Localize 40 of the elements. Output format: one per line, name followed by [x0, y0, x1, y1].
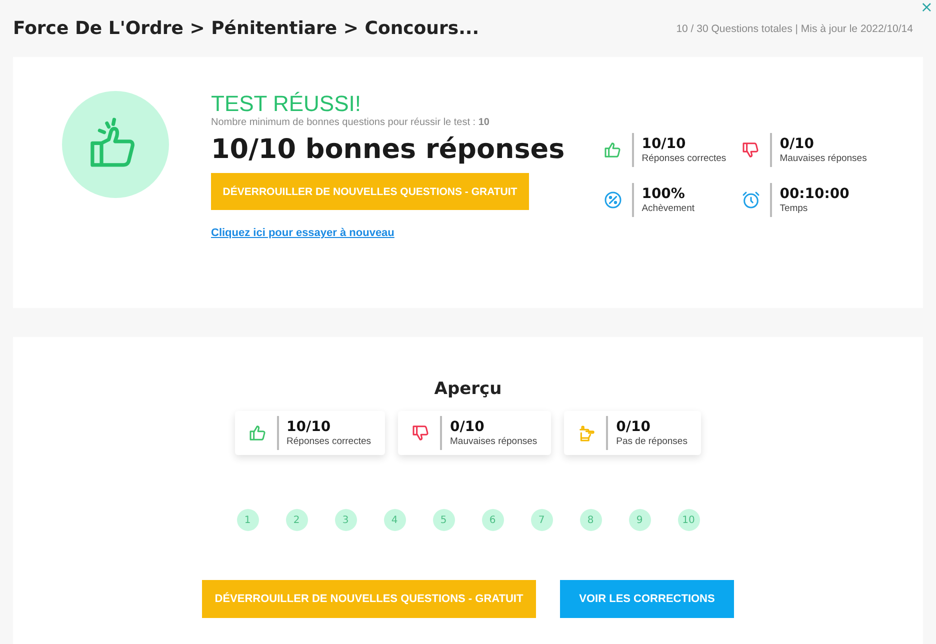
retry-link[interactable]: Cliquez ici pour essayer à nouveau [211, 227, 394, 239]
question-number[interactable]: 5 [432, 509, 454, 531]
unlock-questions-button[interactable]: DÉVERROUILLER DE NOUVELLES QUESTIONS - GRATUIT [211, 173, 529, 210]
question-number[interactable]: 1 [236, 509, 258, 531]
stat-value: 00:10:00 [780, 186, 850, 203]
thumbs-up-icon [602, 140, 623, 160]
overview-title: Aperçu [434, 379, 502, 399]
stat-label: Réponses correctes [642, 153, 726, 164]
stat-value: 0/10 [780, 136, 816, 153]
question-count-and-update-date: 10 / 30 Questions totales | Mis à jour le 2022/10/14 [676, 22, 913, 34]
stat-label: Mauvaises réponses [780, 153, 867, 164]
stat-label: Temps [780, 203, 809, 214]
test-passed-title: TEST RÉUSSI! [211, 91, 361, 117]
question-number[interactable]: 6 [482, 509, 504, 531]
thumbs-up-icon [248, 423, 268, 443]
question-number[interactable]: 10 [678, 509, 700, 531]
question-number[interactable]: 4 [384, 509, 406, 531]
summary-label: Réponses correctes [286, 436, 372, 447]
score-heading: 10/10 bonnes réponses [211, 134, 565, 165]
view-corrections-button[interactable]: VOIR LES CORRECTIONS [560, 580, 734, 618]
summary-label: Mauvaises réponses [450, 436, 538, 447]
question-number[interactable]: 8 [580, 509, 602, 531]
summary-value: 10/10 [286, 419, 332, 436]
stat-label: Achèvement [642, 203, 695, 214]
stat-value: 10/10 [642, 136, 687, 153]
summary-value: 0/10 [616, 419, 652, 436]
breadcrumb: Force De L'Ordre > Pénitentiare > Concours... [13, 18, 480, 39]
thumbs-down-icon [740, 140, 761, 160]
stat-value: 100% [642, 186, 686, 203]
question-number[interactable]: 9 [628, 509, 650, 531]
alarm-clock-icon [740, 190, 761, 210]
question-number[interactable]: 7 [530, 509, 552, 531]
percent-icon [602, 190, 623, 210]
summary-label: Pas de réponses [616, 436, 688, 447]
question-number[interactable]: 3 [334, 509, 356, 531]
close-button[interactable]: × [919, 0, 934, 15]
question-number[interactable]: 2 [286, 509, 308, 531]
unlock-questions-button[interactable]: DÉVERROUILLER DE NOUVELLES QUESTIONS - GRATUIT [202, 580, 536, 618]
minimum-score-note: Nombre minimum de bonnes questions pour réussir le test : 10 [211, 117, 490, 128]
summary-value: 0/10 [450, 419, 486, 436]
